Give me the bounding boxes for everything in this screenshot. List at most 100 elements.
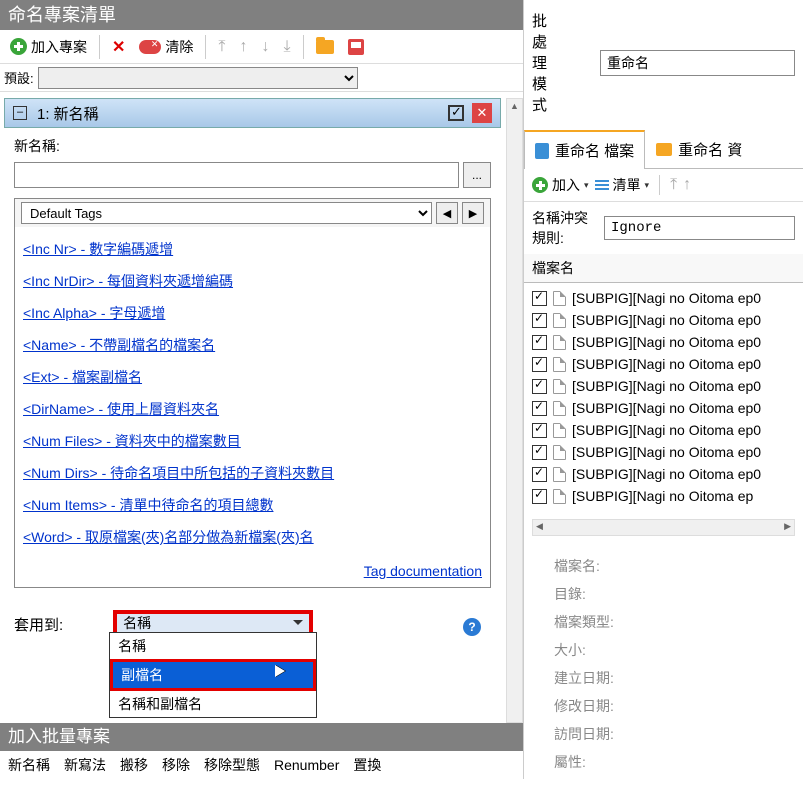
- item-checkbox[interactable]: [532, 467, 547, 482]
- add-project-button[interactable]: 加入專案: [4, 34, 93, 60]
- folder-icon: [656, 143, 672, 156]
- footer-menu-item[interactable]: 搬移: [120, 755, 148, 775]
- collapse-button[interactable]: –: [13, 106, 27, 120]
- list-menu[interactable]: 清單 ▾: [595, 175, 650, 195]
- item-checkbox[interactable]: [532, 401, 547, 416]
- tags-category-select[interactable]: Default Tags: [21, 202, 432, 224]
- item-checkbox[interactable]: [532, 313, 547, 328]
- horizontal-scrollbar[interactable]: [532, 519, 795, 536]
- list-item[interactable]: [SUBPIG][Nagi no Oitoma ep0: [524, 309, 803, 331]
- arrow-down-icon[interactable]: ↓: [255, 35, 275, 59]
- item-checkbox[interactable]: [532, 291, 547, 306]
- arrow-up-icon[interactable]: ↑: [683, 176, 691, 194]
- meta-size: 大小:: [554, 636, 773, 664]
- tag-link[interactable]: <DirName> - 使用上層資料夾名: [23, 401, 219, 417]
- tags-next-button[interactable]: ▶: [462, 202, 484, 224]
- file-list-header: 檔案名: [524, 254, 803, 283]
- list-item[interactable]: [SUBPIG][Nagi no Oitoma ep: [524, 485, 803, 507]
- plus-icon: [532, 177, 548, 193]
- save-icon: [348, 39, 364, 55]
- list-item[interactable]: [SUBPIG][Nagi no Oitoma ep0: [524, 353, 803, 375]
- tag-link[interactable]: <Num Files> - 資料夾中的檔案數目: [23, 433, 241, 449]
- vertical-scrollbar[interactable]: [506, 98, 523, 723]
- apply-to-option-ext[interactable]: 副檔名: [110, 659, 316, 691]
- list-item[interactable]: [SUBPIG][Nagi no Oitoma ep0: [524, 287, 803, 309]
- footer-menu-item[interactable]: 移除: [162, 755, 190, 775]
- tag-link[interactable]: <Inc Alpha> - 字母遞增: [23, 305, 165, 321]
- tag-documentation-link[interactable]: Tag documentation: [364, 563, 482, 579]
- separator: [99, 35, 100, 59]
- item-checkbox[interactable]: [532, 357, 547, 372]
- project-header: – 1: 新名稱 ✕: [4, 98, 501, 128]
- meta-directory: 目錄:: [554, 580, 773, 608]
- list-label: 清單: [613, 175, 641, 195]
- separator: [205, 35, 206, 59]
- tag-link[interactable]: <Ext> - 檔案副檔名: [23, 369, 142, 385]
- file-icon: [553, 445, 566, 460]
- new-name-label: 新名稱:: [14, 136, 491, 156]
- footer-menu-item[interactable]: Renumber: [274, 757, 339, 773]
- file-name: [SUBPIG][Nagi no Oitoma ep0: [572, 312, 761, 328]
- meta-filetype: 檔案類型:: [554, 608, 773, 636]
- item-checkbox[interactable]: [532, 445, 547, 460]
- meta-filename: 檔案名:: [554, 552, 773, 580]
- help-icon[interactable]: ?: [463, 618, 481, 636]
- tags-prev-button[interactable]: ◀: [436, 202, 458, 224]
- conflict-rule-input[interactable]: [604, 216, 795, 240]
- item-checkbox[interactable]: [532, 335, 547, 350]
- list-item[interactable]: [SUBPIG][Nagi no Oitoma ep0: [524, 331, 803, 353]
- arrow-up-icon[interactable]: ↑: [233, 35, 253, 59]
- tag-link[interactable]: <Num Dirs> - 待命名項目中所包括的子資料夾數目: [23, 465, 334, 481]
- preset-select[interactable]: [38, 67, 358, 89]
- add-files-menu[interactable]: 加入 ▾: [532, 175, 589, 195]
- list-icon: [595, 180, 609, 190]
- item-checkbox[interactable]: [532, 379, 547, 394]
- file-name: [SUBPIG][Nagi no Oitoma ep0: [572, 400, 761, 416]
- list-item[interactable]: [SUBPIG][Nagi no Oitoma ep0: [524, 375, 803, 397]
- tab-rename-files[interactable]: 重命名 檔案: [524, 130, 645, 169]
- remove-button[interactable]: ✕: [106, 34, 131, 60]
- project-close-button[interactable]: ✕: [472, 103, 492, 123]
- footer-menu-item[interactable]: 新名稱: [8, 755, 50, 775]
- list-item[interactable]: [SUBPIG][Nagi no Oitoma ep0: [524, 419, 803, 441]
- conflict-rule-label: 名稱沖突規則:: [532, 208, 600, 248]
- footer-menu-item[interactable]: 移除型態: [204, 755, 260, 775]
- tab-rename-folders[interactable]: 重命名 資: [645, 129, 753, 168]
- meta-created: 建立日期:: [554, 664, 773, 692]
- project-enable-checkbox[interactable]: [448, 105, 464, 121]
- tags-group: Default Tags ◀ ▶ <Inc Nr> - 數字編碼遞增 <Inc …: [14, 198, 491, 588]
- arrow-up-double-icon[interactable]: ⤒: [212, 35, 231, 59]
- list-item[interactable]: [SUBPIG][Nagi no Oitoma ep0: [524, 463, 803, 485]
- folder-icon: [316, 40, 334, 54]
- file-icon: [553, 313, 566, 328]
- batch-mode-input[interactable]: [600, 50, 795, 76]
- list-item[interactable]: [SUBPIG][Nagi no Oitoma ep0: [524, 397, 803, 419]
- list-item[interactable]: [SUBPIG][Nagi no Oitoma ep0: [524, 441, 803, 463]
- batch-mode-label: 批處理模式: [532, 10, 560, 115]
- file-icon: [553, 379, 566, 394]
- apply-to-option-both[interactable]: 名稱和副檔名: [110, 691, 316, 717]
- new-name-input[interactable]: [14, 162, 459, 188]
- footer-menu-item[interactable]: 置換: [353, 755, 381, 775]
- arrow-down-double-icon[interactable]: ⤓: [277, 35, 296, 59]
- clear-button[interactable]: 清除: [133, 34, 199, 60]
- item-checkbox[interactable]: [532, 423, 547, 438]
- footer-menu-item[interactable]: 新寫法: [64, 755, 106, 775]
- tag-link[interactable]: <Inc NrDir> - 每個資料夾遞增編碼: [23, 273, 233, 289]
- browse-button[interactable]: ...: [463, 162, 491, 188]
- tag-link[interactable]: <Name> - 不帶副檔名的檔案名: [23, 337, 215, 353]
- tag-link[interactable]: <Word> - 取原檔案(夾)名部分做為新檔案(夾)名: [23, 529, 314, 545]
- file-icon: [553, 423, 566, 438]
- open-folder-button[interactable]: [310, 37, 340, 57]
- file-icon: [553, 291, 566, 306]
- tag-link[interactable]: <Num Items> - 清單中待命名的項目總數: [23, 497, 273, 513]
- item-checkbox[interactable]: [532, 489, 547, 504]
- tag-link[interactable]: <Inc Nr> - 數字編碼遞增: [23, 241, 173, 257]
- apply-to-dropdown-list: 名稱 副檔名 名稱和副檔名: [109, 632, 317, 718]
- chevron-down-icon: ▾: [584, 180, 589, 191]
- file-icon: [553, 357, 566, 372]
- file-name: [SUBPIG][Nagi no Oitoma ep0: [572, 444, 761, 460]
- save-button[interactable]: [342, 36, 370, 58]
- arrow-up-double-icon[interactable]: ⤒: [670, 176, 677, 194]
- apply-to-option-name[interactable]: 名稱: [110, 633, 316, 659]
